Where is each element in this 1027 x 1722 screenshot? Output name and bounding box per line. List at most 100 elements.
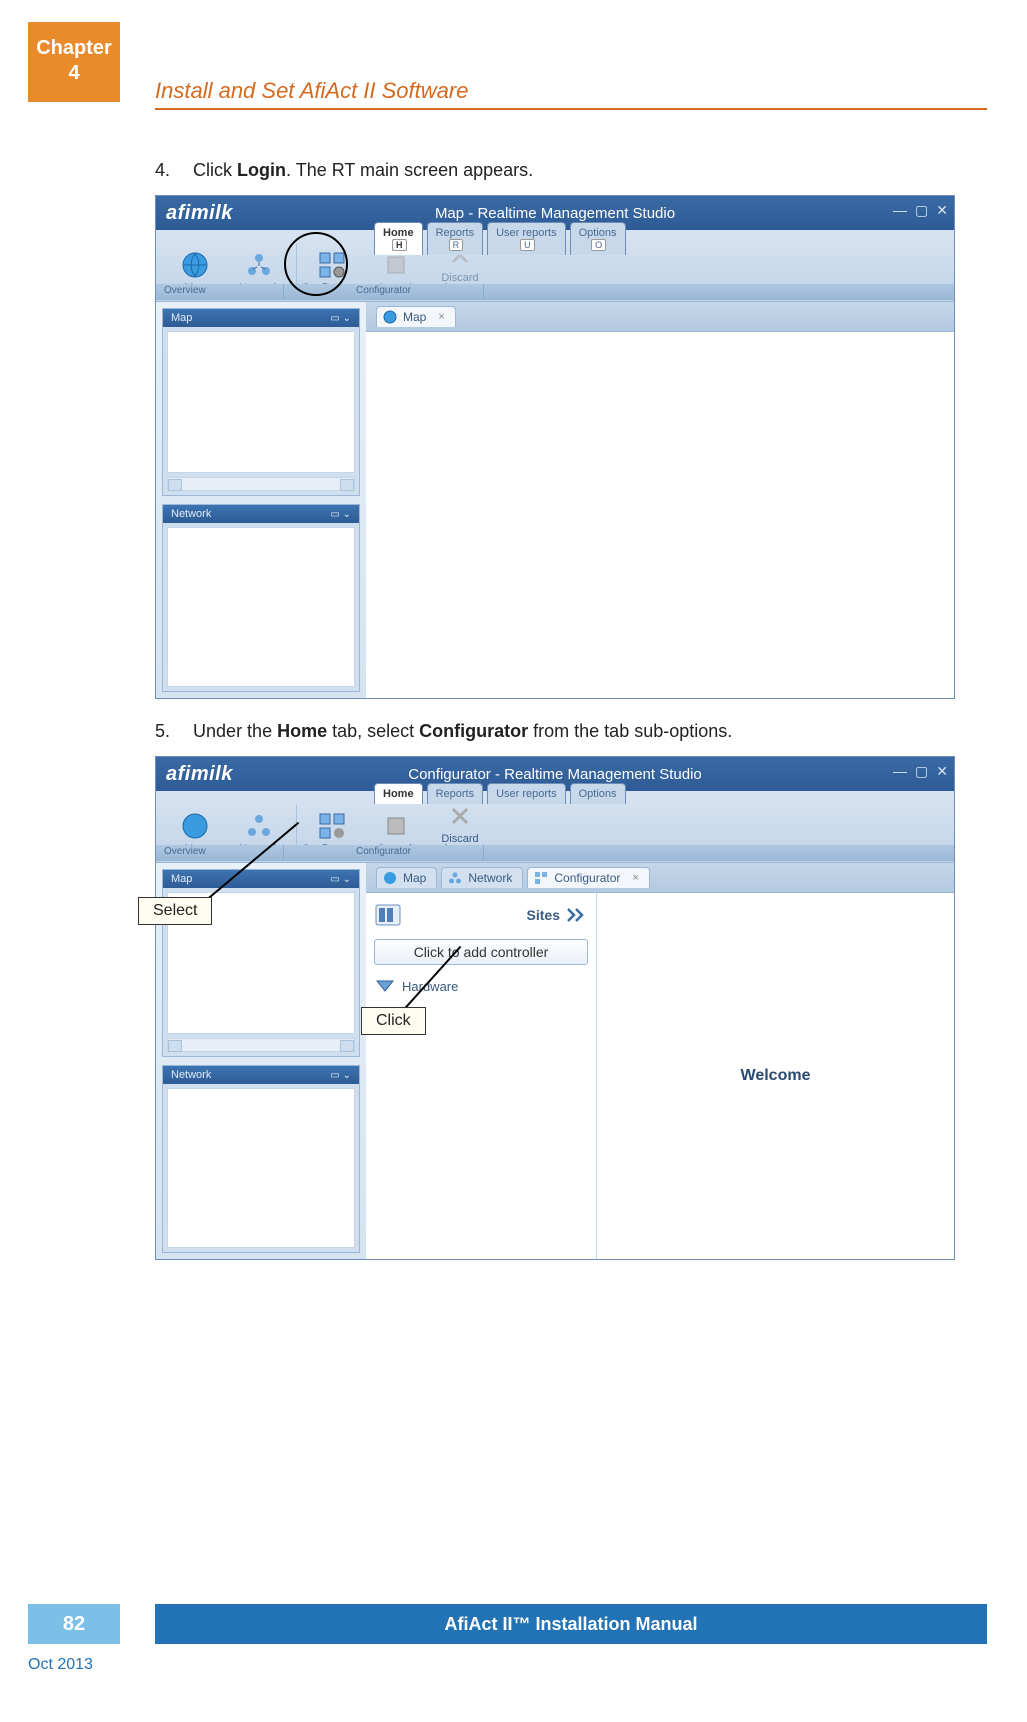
footer-title: AfiAct II™ Installation Manual xyxy=(155,1604,987,1644)
document-tab-strip: Map × xyxy=(366,302,954,332)
tab-close-icon[interactable]: × xyxy=(438,311,444,323)
document-tab-network-label: Network xyxy=(468,871,512,885)
tab-close-icon[interactable]: × xyxy=(632,872,638,884)
panel-network-title: Network xyxy=(171,508,211,520)
ribbon-sections: Overview Configurator xyxy=(156,284,954,300)
ribbon-section-configurator: Configurator xyxy=(284,284,484,300)
tab-home-label: Home xyxy=(383,227,414,239)
step-4-text-a: Click xyxy=(193,160,237,180)
screenshot-map-window: afimilk Map - Realtime Management Studio… xyxy=(155,195,955,699)
document-view xyxy=(366,332,954,698)
maximize-icon[interactable]: ▢ xyxy=(915,763,928,780)
page-content: 4. Click Login. The RT main screen appea… xyxy=(155,160,967,1282)
document-tab-map-label: Map xyxy=(403,871,426,885)
tab-reports-key: R xyxy=(449,239,464,251)
tab-options[interactable]: Options O xyxy=(570,222,626,255)
panel-network-title: Network xyxy=(171,1069,211,1081)
left-panels: Map ▭ ⌄ Network ▭ ⌄ xyxy=(156,302,366,698)
panel-network-header: Network ▭ ⌄ xyxy=(163,1066,359,1084)
window-controls: — ▢ ✕ xyxy=(893,763,948,780)
chapter-number: 4 xyxy=(28,61,120,86)
configurator-view: Sites Click to add controller Hardware xyxy=(366,893,954,1259)
close-icon[interactable]: ✕ xyxy=(936,202,948,219)
panel-network: Network ▭ ⌄ xyxy=(162,1065,360,1253)
window-body: Map ▭ ⌄ Network ▭ ⌄ xyxy=(156,302,954,698)
configurator-welcome-pane: Welcome xyxy=(596,893,954,1259)
main-area: Map Network Configurator × xyxy=(366,863,954,1259)
annotation-click-callout: Click xyxy=(361,1007,426,1035)
window-controls: — ▢ ✕ xyxy=(893,202,948,219)
annotation-select-label: Select xyxy=(153,902,197,919)
step-5-text-b: Home xyxy=(277,721,327,741)
tab-user-reports[interactable]: User reports U xyxy=(487,222,566,255)
maximize-icon[interactable]: ▢ xyxy=(915,202,928,219)
main-area: Map × xyxy=(366,302,954,698)
document-tab-map[interactable]: Map xyxy=(376,867,437,888)
panel-controls-icon[interactable]: ▭ ⌄ xyxy=(330,509,351,520)
network-icon xyxy=(244,250,274,280)
configurator-top-row: Sites xyxy=(374,903,588,927)
tab-home[interactable]: Home H xyxy=(374,222,423,255)
tab-reports-label: Reports xyxy=(436,227,475,239)
step-4: 4. Click Login. The RT main screen appea… xyxy=(155,160,967,181)
step-5-text-d: Configurator xyxy=(419,721,528,741)
ribbon-section-configurator: Configurator xyxy=(284,845,484,861)
discard-icon xyxy=(445,801,475,831)
globe-icon xyxy=(383,310,397,324)
sites-label: Sites xyxy=(527,907,560,923)
close-icon[interactable]: ✕ xyxy=(936,763,948,780)
footer-date: Oct 2013 xyxy=(28,1656,93,1674)
configurator-icon xyxy=(317,250,347,280)
tab-reports[interactable]: Reports xyxy=(427,783,484,804)
tab-options-label: Options xyxy=(579,788,617,800)
annotation-click-label: Click xyxy=(376,1012,411,1029)
ribbon-tab-strip: Home H Reports R User reports U Options … xyxy=(374,222,626,255)
panel-controls-icon[interactable]: ▭ ⌄ xyxy=(330,874,351,885)
tab-user-reports-label: User reports xyxy=(496,227,557,239)
chapter-tab: Chapter 4 xyxy=(28,22,120,102)
welcome-text: Welcome xyxy=(741,1067,811,1085)
ribbon-tab-strip: Home Reports User reports Options xyxy=(374,783,626,804)
network-icon xyxy=(244,811,274,841)
step-5-text-a: Under the xyxy=(193,721,277,741)
document-tab-network[interactable]: Network xyxy=(441,867,523,888)
panel-map-scrollbar[interactable] xyxy=(167,1038,355,1052)
step-5-number: 5. xyxy=(155,721,170,741)
step-5-text-e: from the tab sub-options. xyxy=(528,721,732,741)
configurator-icon xyxy=(317,811,347,841)
document-tab-configurator[interactable]: Configurator × xyxy=(527,867,649,888)
tab-user-reports-label: User reports xyxy=(496,788,557,800)
document-tab-map[interactable]: Map × xyxy=(376,306,456,327)
panel-controls-icon[interactable]: ▭ ⌄ xyxy=(330,313,351,324)
panel-network-header: Network ▭ ⌄ xyxy=(163,505,359,523)
tab-home-label: Home xyxy=(383,788,414,800)
configurator-left-column: Sites Click to add controller Hardware xyxy=(366,893,596,1259)
minimize-icon[interactable]: — xyxy=(893,202,907,219)
add-controller-button[interactable]: Click to add controller xyxy=(374,939,588,965)
panel-map-header: Map ▭ ⌄ xyxy=(163,870,359,888)
ribbon-section-overview: Overview xyxy=(156,284,284,300)
panel-controls-icon[interactable]: ▭ ⌄ xyxy=(330,1070,351,1081)
panel-map-header: Map ▭ ⌄ xyxy=(163,309,359,327)
chevrons-right-icon xyxy=(566,907,588,923)
hardware-row[interactable]: Hardware xyxy=(374,977,588,995)
tab-options[interactable]: Options xyxy=(570,783,626,804)
tab-reports[interactable]: Reports R xyxy=(427,222,484,255)
panel-map-scrollbar[interactable] xyxy=(167,477,355,491)
ribbon-sections: Overview Configurator xyxy=(156,845,954,861)
network-icon xyxy=(448,871,462,885)
annotation-select-callout: Select xyxy=(138,897,212,925)
minimize-icon[interactable]: — xyxy=(893,763,907,780)
sites-button[interactable]: Sites xyxy=(527,907,588,923)
document-tab-configurator-label: Configurator xyxy=(554,871,620,885)
document-tab-strip: Map Network Configurator × xyxy=(366,863,954,893)
commit-icon xyxy=(381,811,411,841)
panel-map-title: Map xyxy=(171,873,192,885)
tab-user-reports[interactable]: User reports xyxy=(487,783,566,804)
globe-icon xyxy=(180,811,210,841)
grid-icon[interactable] xyxy=(374,903,402,927)
tab-home[interactable]: Home xyxy=(374,783,423,804)
globe-icon xyxy=(383,871,397,885)
window-title: Map - Realtime Management Studio xyxy=(435,205,675,222)
afimilk-logo: afimilk xyxy=(166,763,233,786)
